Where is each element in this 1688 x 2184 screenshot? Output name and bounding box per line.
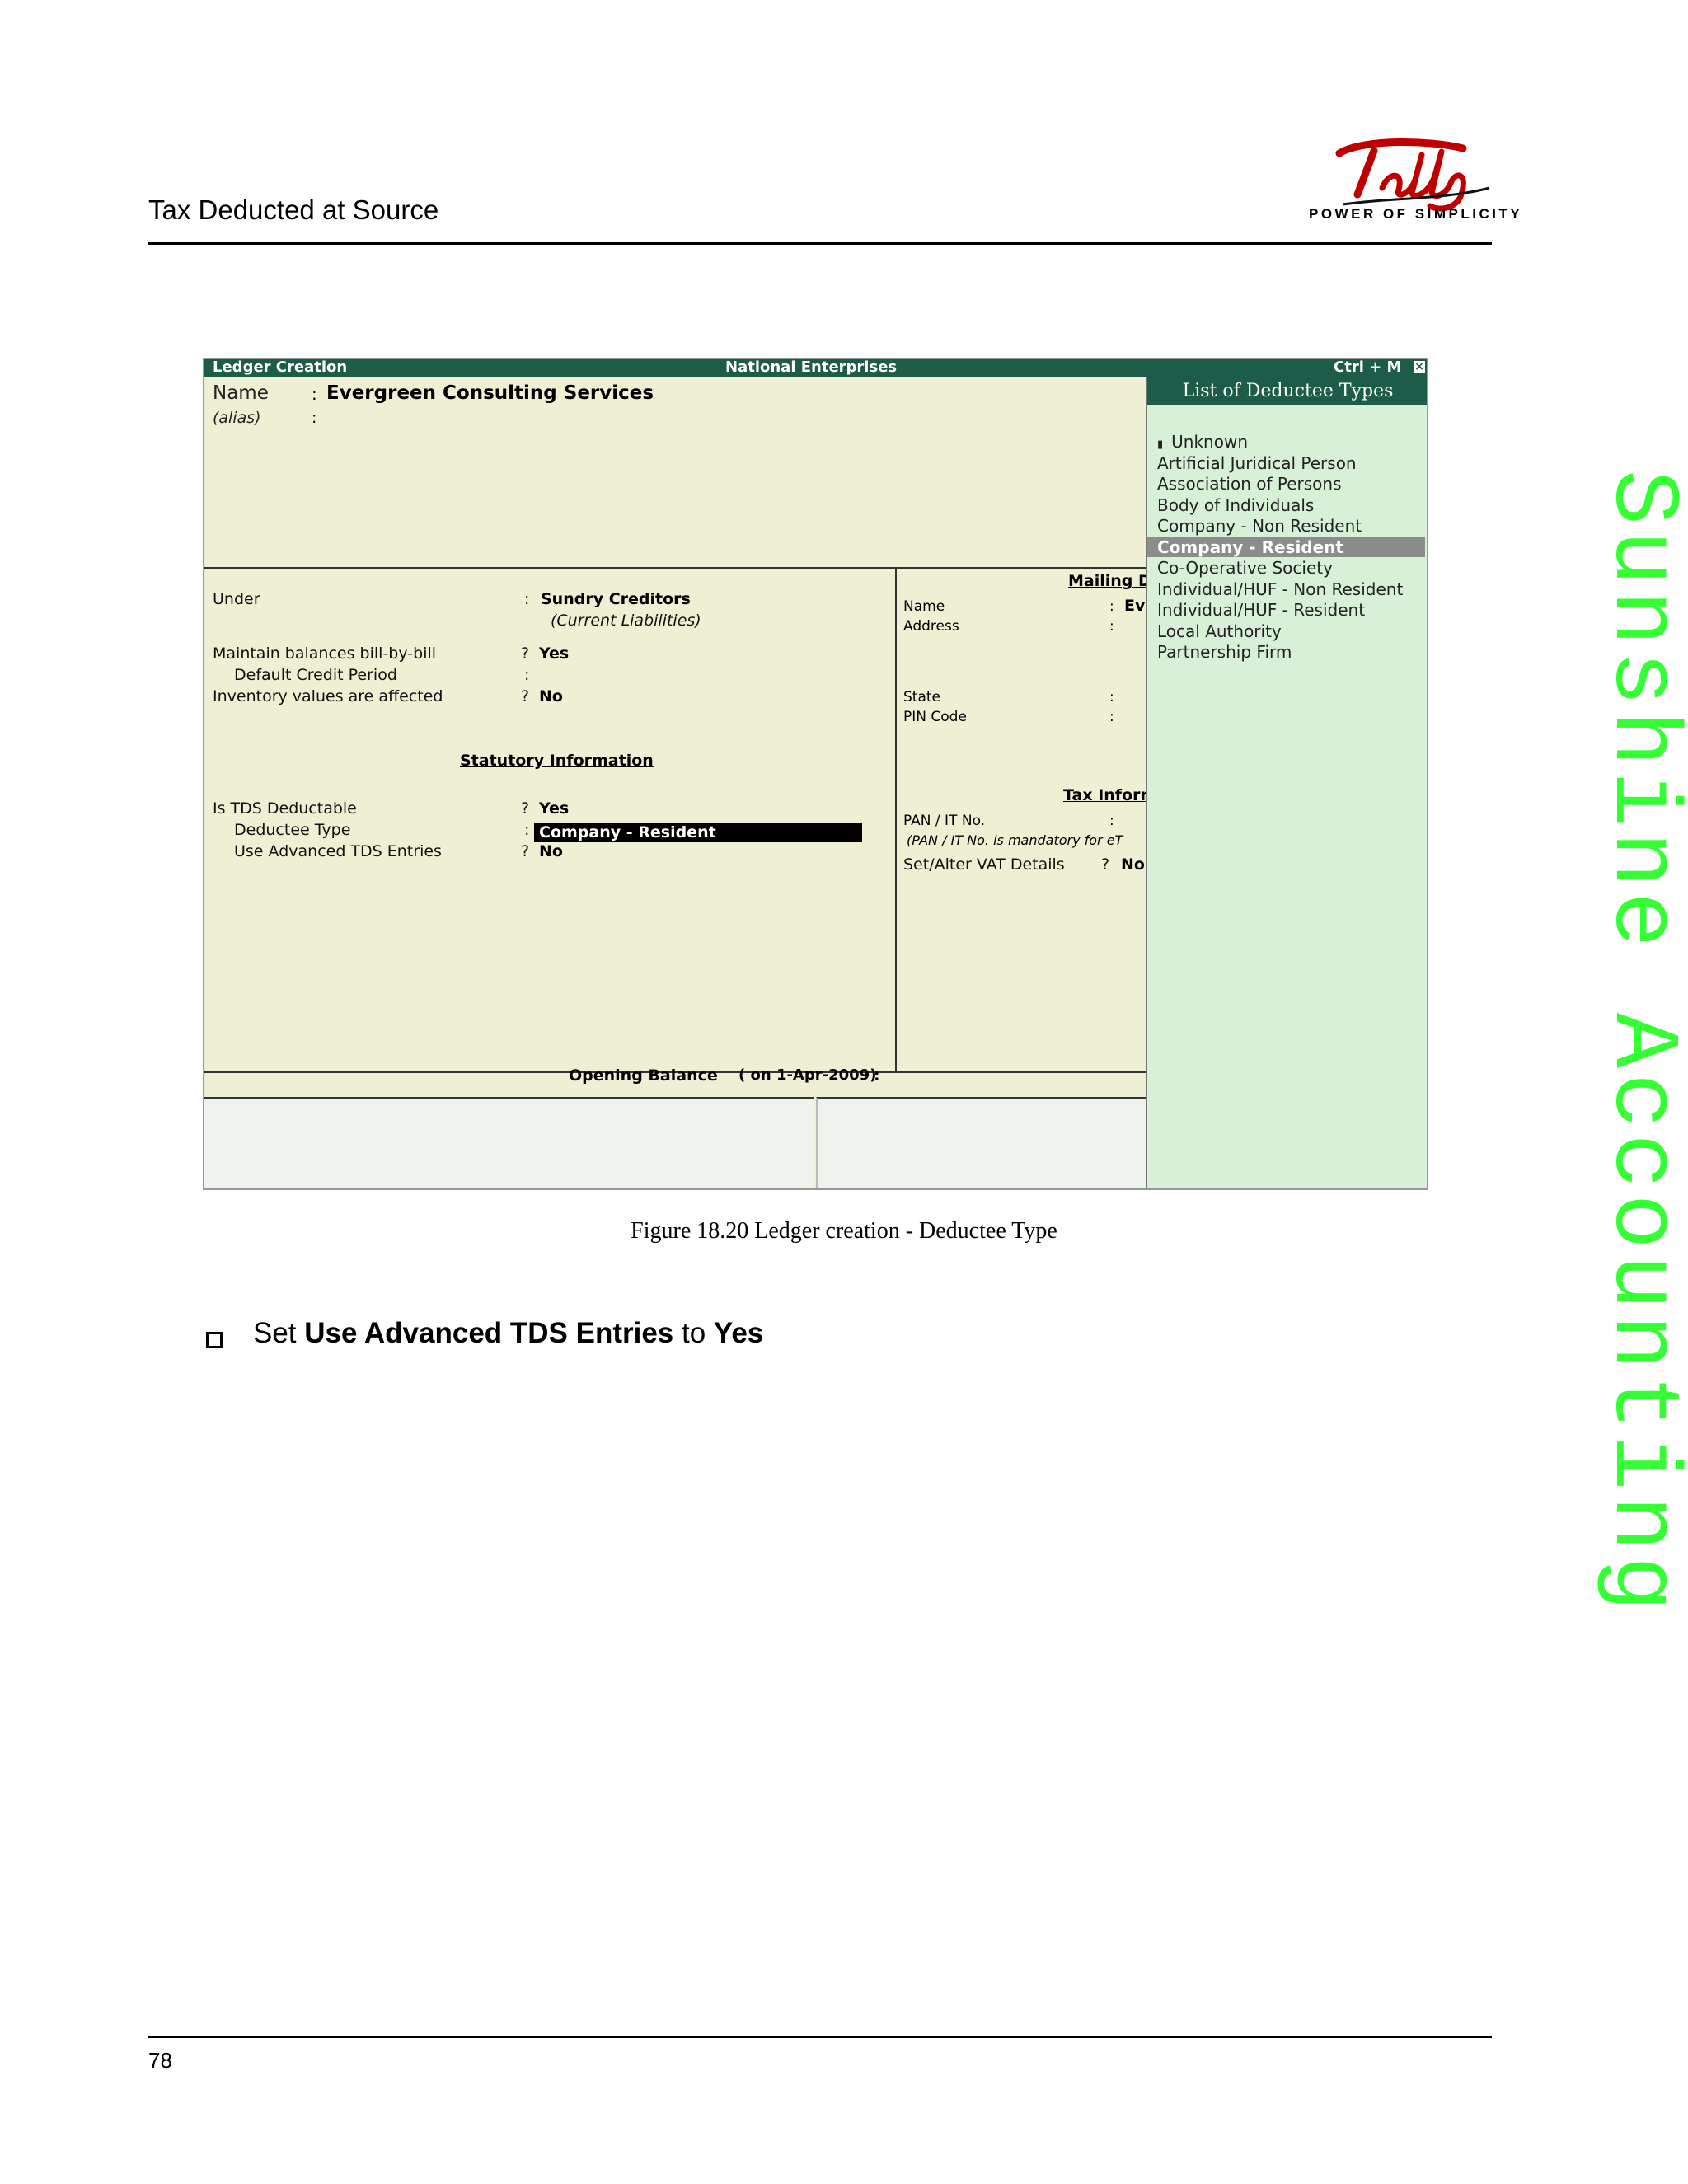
instruction-pre: Set <box>253 1317 305 1349</box>
screen-title: Ledger Creation <box>213 359 348 376</box>
list-item-label: Association of Persons <box>1157 474 1342 494</box>
list-item[interactable]: Company - Non Resident <box>1157 516 1362 536</box>
list-item-label: Co-Operative Society <box>1157 558 1333 578</box>
ledger-name-field[interactable]: Evergreen Consulting Services <box>326 382 654 404</box>
vat-sep: ? <box>1101 855 1110 874</box>
list-item[interactable]: Individual/HUF - Resident <box>1157 600 1365 620</box>
list-item[interactable]: ▮ Unknown <box>1157 432 1248 452</box>
credit-period-label: Default Credit Period <box>234 666 397 684</box>
divider <box>895 567 897 1071</box>
advanced-tds-field[interactable]: No <box>539 842 563 860</box>
vat-label: Set/Alter VAT Details <box>903 855 1065 874</box>
pin-code-label: PIN Code <box>903 709 967 725</box>
figure-caption: Figure 18.20 Ledger creation - Deductee … <box>631 1218 1057 1244</box>
footer-rule <box>148 2036 1492 2038</box>
pan-note: (PAN / IT No. is mandatory for eT <box>907 832 1123 848</box>
shortcut-label: Ctrl + M <box>1334 359 1402 376</box>
list-item[interactable]: Partnership Firm <box>1157 642 1292 662</box>
under-field[interactable]: Sundry Creditors <box>541 590 691 608</box>
close-icon[interactable]: × <box>1414 361 1425 373</box>
list-item-label: Local Authority <box>1157 621 1282 641</box>
advanced-tds-sep: ? <box>521 842 530 860</box>
list-item-label: Company - Resident <box>1157 537 1343 557</box>
under-label: Under <box>213 590 260 608</box>
maintain-bill-sep: ? <box>521 644 530 663</box>
list-item[interactable]: Company - Resident <box>1147 537 1425 557</box>
maintain-bill-field[interactable]: Yes <box>539 644 569 663</box>
page-header-title: Tax Deducted at Source <box>148 194 439 225</box>
watermark: Sunshine Accounting <box>1589 470 1688 1617</box>
tally-screenshot: Ledger Creation National Enterprises Ctr… <box>203 358 1428 1190</box>
company-name: National Enterprises <box>725 359 898 376</box>
credit-period-field[interactable]: : <box>524 666 529 684</box>
window-titlebar: Ledger Creation National Enterprises Ctr… <box>204 359 1427 377</box>
list-item[interactable]: Body of Individuals <box>1157 495 1314 515</box>
list-item-label: Partnership Firm <box>1157 642 1292 662</box>
opening-balance-date: ( on 1-Apr-2009) <box>738 1066 877 1084</box>
name-label: Name <box>213 382 269 404</box>
list-item-label: Individual/HUF - Resident <box>1157 600 1366 620</box>
mail-name-label: Name <box>903 598 945 615</box>
list-item[interactable]: Individual/HUF - Non Resident <box>1157 579 1403 599</box>
tds-deductable-label: Is TDS Deductable <box>213 799 357 818</box>
maintain-bill-label: Maintain balances bill-by-bill <box>213 644 437 663</box>
inventory-label: Inventory values are affected <box>213 687 443 705</box>
pin-code-field[interactable]: : <box>1109 709 1114 725</box>
list-item-label: Company - Non Resident <box>1157 516 1362 536</box>
under-colon: : <box>524 590 530 608</box>
header-rule <box>148 242 1492 245</box>
deductee-type-label: Deductee Type <box>234 821 351 839</box>
deductee-type-sep: : <box>524 821 530 839</box>
list-item[interactable]: Artificial Juridical Person <box>1157 453 1357 473</box>
list-item-label: Unknown <box>1171 432 1248 452</box>
address-label: Address <box>903 618 959 635</box>
pan-field[interactable]: : <box>1109 813 1114 829</box>
logo-tagline: POWER OF SIMPLICITY <box>1309 206 1523 222</box>
instruction-mid: to <box>673 1317 714 1349</box>
under-group-note: (Current Liabilities) <box>551 612 701 630</box>
list-item-label: Body of Individuals <box>1157 494 1315 515</box>
advanced-tds-label: Use Advanced TDS Entries <box>234 842 442 860</box>
statutory-heading: Statutory Information <box>460 752 654 770</box>
deductee-type-list: List of Deductee Types ▮ Unknown Artificia… <box>1146 377 1427 1188</box>
bullet-icon <box>206 1332 223 1348</box>
opening-balance-label: Opening Balance <box>569 1066 718 1085</box>
page-number: 78 <box>148 2048 172 2073</box>
state-field[interactable]: : <box>1109 689 1114 705</box>
mailing-details-heading: Mailing D <box>1068 572 1151 590</box>
tds-deductable-field[interactable]: Yes <box>539 799 569 818</box>
mail-name-sep: : <box>1109 598 1114 615</box>
list-item-label: Artificial Juridical Person <box>1157 452 1357 473</box>
list-item-label: Individual/HUF - Non Resident <box>1157 579 1404 599</box>
mail-name-field[interactable]: Ev <box>1124 597 1145 615</box>
tax-info-heading: Tax Inforr <box>1063 786 1148 804</box>
list-item[interactable]: Co-Operative Society <box>1157 558 1333 578</box>
pan-label: PAN / IT No. <box>903 813 986 829</box>
deductee-type-field[interactable]: Company - Resident <box>534 823 862 842</box>
inventory-sep: ? <box>521 687 530 705</box>
list-item[interactable]: Association of Persons <box>1157 474 1342 494</box>
instruction-field-name: Use Advanced TDS Entries <box>304 1317 674 1349</box>
divider <box>204 567 1146 569</box>
state-label: State <box>903 689 940 705</box>
name-colon: : <box>312 384 317 404</box>
list-item[interactable]: Local Authority <box>1157 621 1282 641</box>
tds-deductable-sep: ? <box>521 799 530 818</box>
bottom-panel-left <box>204 1097 814 1188</box>
list-title: List of Deductee Types <box>1147 377 1427 405</box>
address-field[interactable]: : <box>1109 618 1114 635</box>
cursor-marker-icon: ▮ <box>1157 438 1164 451</box>
vat-field[interactable]: No <box>1121 855 1145 874</box>
instruction-text: Set Use Advanced TDS Entries to Yes <box>253 1317 763 1350</box>
opening-balance-field[interactable]: : <box>874 1066 880 1085</box>
alias-field[interactable]: : <box>312 409 316 427</box>
instruction-value: Yes <box>713 1317 764 1349</box>
inventory-field[interactable]: No <box>539 687 563 705</box>
alias-label: (alias) <box>213 409 261 427</box>
bottom-panel-right <box>816 1097 1147 1188</box>
